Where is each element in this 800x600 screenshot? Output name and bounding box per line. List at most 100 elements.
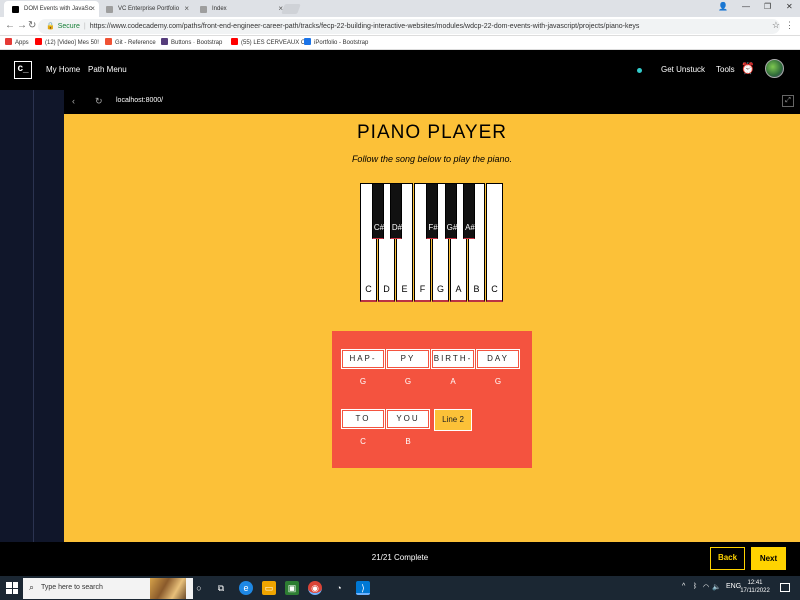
black-key[interactable]: A# (463, 183, 475, 239)
bookmark-item[interactable]: iPortfolio - Bootstrap (304, 38, 368, 46)
bookmark-star-icon[interactable]: ☆ (772, 20, 780, 31)
system-clock[interactable]: 12:41 17/11/2022 (740, 579, 770, 595)
url-text: https://www.codecademy.com/paths/front-e… (89, 23, 640, 30)
tools-link[interactable]: Tools (716, 65, 735, 74)
codecademy-logo[interactable]: c_ (14, 61, 32, 79)
git-icon (105, 38, 112, 45)
left-sidebar (0, 90, 64, 542)
preview-reload-icon[interactable]: ↻ (95, 96, 103, 107)
path-menu-link[interactable]: Path Menu (88, 65, 127, 74)
lyric-note: A (450, 377, 456, 386)
key-label: C (491, 284, 498, 294)
expand-icon[interactable]: ⤢ (782, 95, 794, 107)
bookmarks-bar: Apps (12) [Video] Mes 50! Git - Referenc… (0, 36, 800, 50)
page-title: PIANO PLAYER (357, 122, 507, 143)
forward-arrow-icon[interactable]: → (17, 20, 27, 31)
key-label: F# (428, 223, 438, 232)
progress-text: 21/21 Complete (371, 553, 429, 562)
alarm-clock-icon[interactable]: ⏰ (741, 62, 755, 75)
lyric-word: YOU (387, 410, 429, 428)
bookmark-item[interactable]: (55) LES CERVEAUX C (231, 38, 305, 46)
black-key[interactable]: G# (445, 183, 457, 239)
lyric-word: BIRTH- (432, 350, 474, 368)
sidebar-divider (33, 90, 34, 542)
preview-browser-bar (64, 90, 800, 114)
youtube-icon (231, 38, 238, 45)
close-tab-icon[interactable]: × (90, 4, 95, 13)
store-icon[interactable]: ▣ (285, 581, 299, 595)
next-button[interactable]: Next (751, 547, 786, 570)
browser-tab[interactable]: Index × (192, 1, 287, 17)
task-view-icon[interactable]: ⧉ (214, 581, 228, 595)
piano-page (64, 114, 800, 542)
black-key[interactable]: F# (426, 183, 438, 239)
windows-start-icon[interactable] (6, 582, 18, 594)
codecademy-favicon-icon (12, 6, 19, 13)
back-arrow-icon[interactable]: ← (5, 20, 15, 31)
chrome-icon[interactable]: ◉ (308, 581, 322, 595)
cortana-icon[interactable]: ○ (192, 581, 206, 595)
vscode-icon[interactable]: ⟩ (356, 581, 370, 595)
lock-icon: 🔒 (46, 23, 55, 30)
new-tab-button[interactable] (281, 4, 301, 14)
lyric-note: G (404, 377, 412, 386)
key-label: A (455, 284, 462, 294)
file-explorer-icon[interactable]: ▭ (262, 581, 276, 595)
next-line-button[interactable]: Line 2 (434, 409, 472, 431)
reload-icon[interactable]: ↻ (28, 20, 36, 31)
address-bar-row: ← → ↻ 🔒 Secure | https://www.codecademy.com… (0, 17, 800, 36)
secure-label: Secure (57, 23, 80, 30)
youtube-icon (35, 38, 42, 45)
clock-time: 12:41 (747, 580, 763, 586)
close-tab-icon[interactable]: × (184, 4, 189, 13)
page-favicon-icon (200, 6, 207, 13)
app-icon[interactable]: ◔ (332, 581, 346, 595)
lyric-note: G (494, 377, 502, 386)
key-label: C# (373, 223, 385, 232)
avatar[interactable] (765, 59, 784, 78)
minimize-icon[interactable]: — (742, 2, 750, 11)
wifi-icon[interactable]: ◠ (703, 583, 709, 591)
key-label: D (383, 284, 390, 294)
browser-tab[interactable]: DOM Events with JavaSc × (4, 1, 99, 17)
browser-tab[interactable]: VC Enterprise Portfolio × (98, 1, 193, 17)
bookmark-item[interactable]: (12) [Video] Mes 50! (35, 38, 99, 46)
lyric-note: G (359, 377, 367, 386)
black-key[interactable]: D# (390, 183, 402, 239)
page-favicon-icon (106, 6, 113, 13)
key-label: C (365, 284, 372, 294)
restore-icon[interactable]: ❐ (764, 2, 771, 11)
white-key[interactable]: C (486, 183, 503, 302)
lyric-word: DAY (477, 350, 519, 368)
lyric-word: HAP- (342, 350, 384, 368)
search-placeholder: Type here to search (41, 584, 103, 591)
url-field[interactable]: 🔒 Secure | https://www.codecademy.com/paths… (38, 19, 780, 34)
preview-url[interactable]: localhost:8000/ (116, 97, 163, 104)
my-home-link[interactable]: My Home (46, 65, 80, 74)
bookmark-item[interactable]: Git - Reference (105, 38, 156, 46)
notification-icon[interactable] (780, 583, 790, 592)
black-key[interactable]: C# (372, 183, 384, 239)
browser-menu-icon[interactable]: ⋮ (785, 20, 794, 31)
back-button[interactable]: Back (710, 547, 745, 570)
page-subtitle: Follow the song below to play the piano. (351, 154, 513, 164)
bookmark-item[interactable]: Buttons · Bootstrap (161, 38, 222, 46)
get-unstuck-link[interactable]: Get Unstuck (661, 65, 705, 74)
key-label: F (419, 284, 426, 294)
bluetooth-icon[interactable]: ᛒ (693, 583, 697, 590)
bookmark-apps[interactable]: Apps (5, 38, 29, 46)
screen: DOM Events with JavaSc × VC Enterprise P… (0, 0, 800, 600)
language-indicator[interactable]: ENG (726, 583, 741, 590)
close-window-icon[interactable]: ✕ (786, 2, 793, 11)
lyric-note: B (405, 437, 411, 446)
edge-icon[interactable]: e (239, 581, 253, 595)
volume-icon[interactable]: 🔈 (712, 583, 721, 591)
user-icon[interactable]: 👤 (718, 2, 728, 11)
key-label: B (473, 284, 480, 294)
tray-chevron-icon[interactable]: ^ (682, 583, 685, 590)
key-label: G (436, 284, 444, 294)
preview-back-icon[interactable]: ‹ (72, 96, 75, 106)
lyric-note: C (360, 437, 366, 446)
search-icon: ⌕ (29, 582, 35, 592)
key-label: A# (465, 223, 475, 232)
